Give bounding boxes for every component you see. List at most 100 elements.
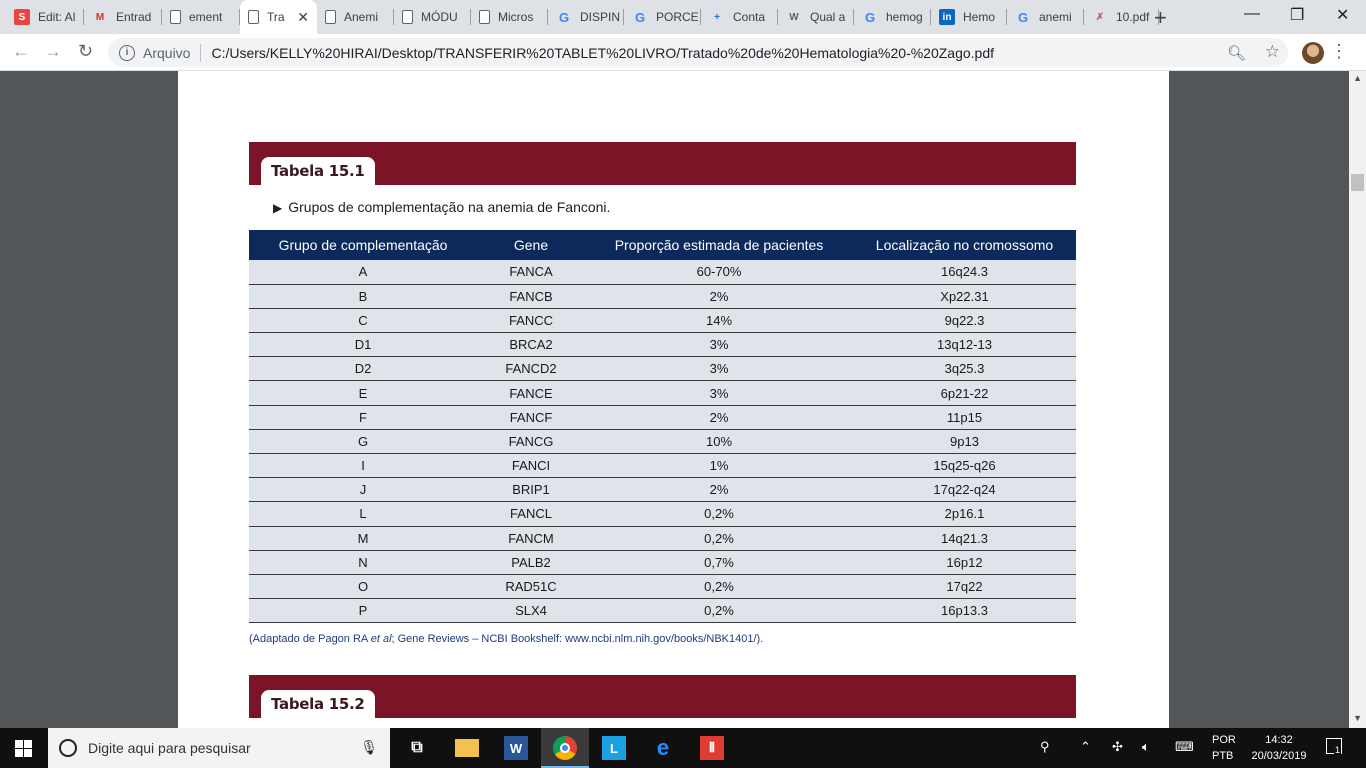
table-cell: D2 [249, 356, 477, 381]
google-icon: G [558, 9, 570, 25]
table-cell: 16p13.3 [853, 598, 1076, 624]
word-icon[interactable]: W [504, 736, 528, 760]
table-cell: FANCI [477, 452, 585, 478]
zoom-icon[interactable]: 🔍︎ [1227, 44, 1246, 62]
tab-separator [470, 9, 471, 25]
close-tab-icon[interactable]: ✕ [297, 9, 309, 26]
source-suffix: ; Gene Reviews – NCBI Bookshelf: www.ncb… [391, 633, 764, 645]
bookmark-star-icon[interactable]: ☆ [1265, 42, 1280, 62]
back-button[interactable]: ← [12, 41, 30, 62]
url-text[interactable]: C:/Users/KELLY%20HIRAI/Desktop/TRANSFERI… [211, 45, 994, 61]
document-icon [402, 10, 413, 24]
header-gene: Gene [477, 230, 585, 260]
browser-tab[interactable]: W Qual a [778, 0, 854, 34]
microphone-icon[interactable]: 🎙︎ [360, 739, 378, 756]
tab-separator [547, 9, 548, 25]
browser-tab[interactable]: Anemi [317, 0, 394, 34]
profile-avatar[interactable] [1302, 42, 1324, 64]
table-source-note: (Adaptado de Pagon RA et al; Gene Review… [249, 633, 763, 645]
triangle-bullet-icon: ▶ [273, 201, 283, 215]
site-favicon-icon: ✗ [1095, 11, 1105, 23]
info-icon[interactable]: i [119, 44, 135, 61]
chevron-up-icon[interactable]: ⌃ [1080, 739, 1091, 755]
vertical-scrollbar[interactable]: ▲ ▼ [1349, 71, 1366, 728]
browser-tab[interactable]: ement [162, 0, 240, 34]
document-icon [325, 10, 336, 24]
browser-tab[interactable]: S Edit: Al [6, 0, 84, 34]
menu-icon[interactable]: ⋮ [1330, 41, 1348, 62]
browser-tab[interactable]: Tra ✕ [240, 0, 317, 34]
scheme-label: Arquivo [143, 44, 191, 61]
tab-separator [853, 9, 854, 25]
browser-tab[interactable]: Ghemog [854, 0, 931, 34]
table-row: D1 BRCA2 3% 13q12-13 [249, 332, 1076, 357]
table-cell: B [249, 283, 477, 309]
table-cell: BRCA2 [477, 332, 585, 357]
table-cell: 0,2% [585, 573, 853, 599]
table-cell: FANCG [477, 428, 585, 454]
red-app-icon[interactable]: ⦀ [700, 736, 724, 760]
new-tab-button[interactable]: + [1154, 5, 1167, 31]
browser-tab[interactable]: + Conta [701, 0, 778, 34]
browser-tab[interactable]: in Hemo [931, 0, 1007, 34]
tab-separator [239, 9, 240, 25]
address-bar[interactable]: i Arquivo C:/Users/KELLY%20HIRAI/Desktop… [108, 38, 1288, 67]
table-cell: 3% [585, 380, 853, 406]
language-indicator[interactable]: POR PTB [1212, 732, 1236, 764]
close-window-button[interactable]: ✕ [1336, 5, 1349, 25]
table-cell: Xp22.31 [853, 283, 1076, 309]
windows-start-icon[interactable] [15, 740, 33, 758]
tab-separator [393, 9, 394, 25]
clock-date: 20/03/2019 [1251, 750, 1307, 762]
keyboard-icon[interactable]: ⌨ [1175, 739, 1194, 755]
table-cell: SLX4 [477, 598, 585, 624]
taskbar-search[interactable]: Digite aqui para pesquisar 🎙︎ [48, 728, 390, 768]
browser-tab[interactable]: ✗ 10.pdf [1084, 0, 1159, 34]
minimize-button[interactable]: — [1244, 5, 1260, 23]
document-icon [248, 10, 259, 24]
header-proportion: Proporção estimada de pacientes [585, 230, 853, 260]
tab-label: DISPIN [580, 10, 621, 24]
tab-separator [930, 9, 931, 25]
table-cell: 2% [585, 404, 853, 430]
chrome-icon[interactable] [553, 736, 577, 760]
dropbox-icon[interactable]: ✣ [1112, 739, 1123, 755]
table-label: Tabela 15.1 [261, 157, 375, 185]
restore-button[interactable]: ❐ [1290, 5, 1304, 25]
task-view-icon[interactable]: ⧉ [405, 736, 429, 760]
browser-tab[interactable]: G DISPIN [548, 0, 624, 34]
table-row: A FANCA 60-70% 16q24.3 [249, 260, 1076, 285]
table-cell: 2p16.1 [853, 501, 1076, 527]
table-row: P SLX4 0,2% 16p13.3 [249, 598, 1076, 624]
reload-button[interactable]: ↻ [78, 41, 93, 62]
table-cell: 1% [585, 452, 853, 478]
site-favicon-icon: W [789, 11, 799, 23]
table-cell: J [249, 477, 477, 502]
table-cell: P [249, 598, 477, 624]
table-cell: 0,7% [585, 549, 853, 575]
file-explorer-icon[interactable] [455, 739, 479, 757]
edge-icon[interactable]: e [651, 735, 675, 760]
scroll-up-arrow-icon[interactable]: ▲ [1353, 73, 1362, 83]
tab-label: Micros [498, 10, 534, 24]
scroll-down-arrow-icon[interactable]: ▼ [1353, 713, 1362, 723]
site-favicon-icon: in [939, 9, 955, 25]
l-app-icon[interactable]: L [602, 736, 626, 760]
browser-tab[interactable]: Micros [471, 0, 548, 34]
table-cell: 60-70% [585, 260, 853, 285]
forward-button[interactable]: → [44, 41, 62, 62]
table-cell: 0,2% [585, 598, 853, 624]
browser-tab[interactable]: G PORCE [624, 0, 701, 34]
volume-icon[interactable]: 🔈︎ [1142, 739, 1150, 755]
people-icon[interactable]: ⚲ [1040, 739, 1050, 755]
clock[interactable]: 14:32 20/03/2019 [1246, 732, 1312, 764]
browser-tab[interactable]: Ganemi [1007, 0, 1084, 34]
browser-tab[interactable]: M Entrad [84, 0, 162, 34]
tab-label: ement [189, 10, 223, 24]
scroll-thumb[interactable] [1351, 174, 1364, 191]
tab-separator [623, 9, 624, 25]
tab-label: Entrad [116, 10, 152, 24]
source-et-al: et al [370, 633, 392, 645]
browser-tab[interactable]: MÓDU [394, 0, 471, 34]
tab-strip: ✗ 10.pdf Ganemi in Hemo Ghemog W Qual a + Conta G P… [0, 0, 1366, 34]
